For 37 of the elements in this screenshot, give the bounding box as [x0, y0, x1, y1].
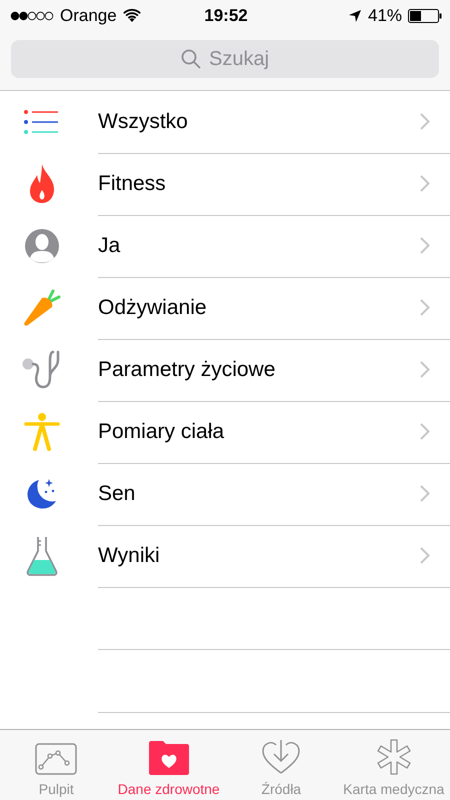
carrot-icon — [23, 289, 61, 327]
heart-download-icon — [262, 739, 300, 775]
person-icon — [24, 228, 60, 264]
flame-icon — [29, 164, 55, 204]
category-item[interactable]: Pomiary ciała — [98, 420, 420, 444]
list-icon — [24, 109, 60, 135]
flask-icon — [26, 536, 58, 576]
chevron-icon — [420, 485, 430, 502]
heart-folder-icon — [148, 741, 189, 775]
body-icon — [24, 413, 60, 451]
battery-percentage: 41% — [368, 6, 402, 26]
location-arrow-icon — [348, 9, 362, 23]
category-item[interactable]: Sen — [98, 482, 420, 506]
chevron-icon — [420, 547, 430, 564]
battery-icon — [408, 9, 442, 23]
chevron-icon — [420, 237, 430, 254]
clock-time: 19:52 — [204, 6, 248, 26]
category-item[interactable]: Wyniki — [98, 544, 420, 568]
chevron-icon — [420, 361, 430, 378]
category-item[interactable]: Fitness — [98, 172, 420, 196]
carrier-name: Orange — [60, 6, 117, 26]
category-item[interactable]: Wszystko — [98, 110, 420, 134]
stethoscope-icon — [22, 350, 62, 390]
category-item[interactable]: Parametry życiowe — [98, 358, 420, 382]
search-field[interactable]: Szukaj — [11, 40, 439, 78]
category-item[interactable]: Odżywianie — [98, 296, 420, 320]
signal-icon — [10, 11, 54, 21]
chevron-icon — [420, 113, 430, 130]
chart-icon — [35, 743, 78, 775]
moon-icon — [25, 477, 59, 511]
chevron-icon — [420, 175, 430, 192]
asterisk-icon — [376, 739, 412, 775]
chevron-icon — [420, 299, 430, 316]
category-item[interactable]: Ja — [98, 234, 420, 258]
chevron-icon — [420, 423, 430, 440]
wifi-icon — [122, 9, 141, 23]
search-icon — [181, 49, 201, 69]
